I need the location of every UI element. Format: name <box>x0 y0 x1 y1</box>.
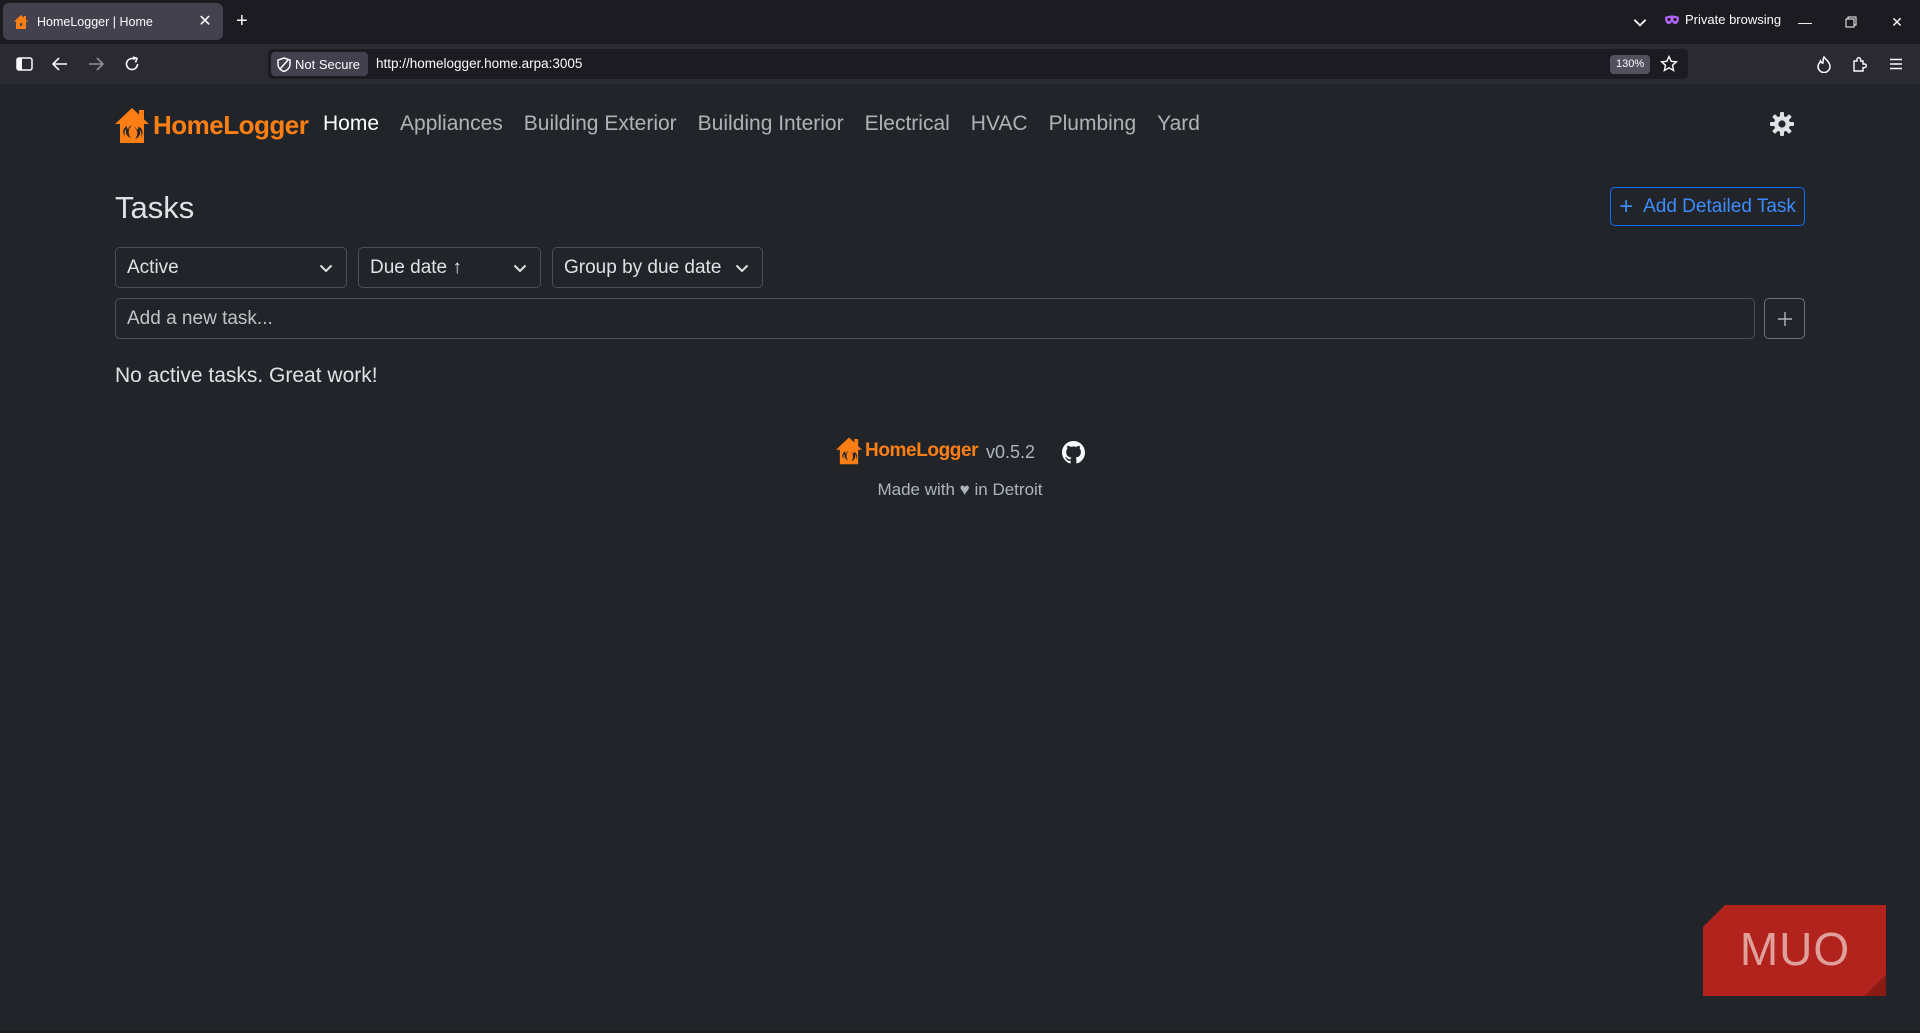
heart-icon: ♥ <box>959 480 970 499</box>
url-text[interactable]: http://homelogger.home.arpa:3005 <box>376 56 582 71</box>
add-detailed-task-button[interactable]: + Add Detailed Task <box>1610 187 1805 226</box>
chevron-down-icon <box>735 264 749 272</box>
made-with-text: Made with ♥ in Detroit <box>0 480 1920 500</box>
url-bar[interactable]: Not Secure http://homelogger.home.arpa:3… <box>268 49 1688 79</box>
new-tab-icon[interactable]: + <box>236 11 248 31</box>
pocket-fire-icon[interactable] <box>1814 54 1834 74</box>
status-filter-select[interactable]: Active <box>115 247 347 288</box>
muo-logo-icon: MUO <box>1703 905 1886 996</box>
shield-icon <box>277 56 291 72</box>
footer-logo[interactable]: HomeLogger <box>835 436 979 465</box>
minimize-icon[interactable]: — <box>1791 8 1819 36</box>
house-flame-icon <box>115 108 149 143</box>
plus-icon <box>1777 311 1792 326</box>
sort-value: Due date ↑ <box>370 256 462 278</box>
muo-watermark: MUO <box>1703 905 1886 996</box>
zoom-level-badge[interactable]: 130% <box>1610 55 1651 74</box>
chevron-down-icon[interactable] <box>1631 13 1649 31</box>
homelogger-logo[interactable]: HomeLogger <box>114 106 309 144</box>
hamburger-menu-icon[interactable] <box>1886 54 1906 74</box>
reload-icon[interactable] <box>122 54 142 74</box>
add-detailed-task-label: Add Detailed Task <box>1643 195 1796 217</box>
nav-item-home[interactable]: Home <box>323 112 379 136</box>
new-task-input[interactable] <box>115 298 1755 339</box>
close-window-icon[interactable]: ✕ <box>1883 8 1911 36</box>
nav-item-appliances[interactable]: Appliances <box>400 112 503 136</box>
not-secure-label: Not Secure <box>295 56 361 72</box>
plus-icon: + <box>1619 192 1634 220</box>
sort-select[interactable]: Due date ↑ <box>358 247 541 288</box>
back-arrow-icon[interactable] <box>50 54 70 74</box>
made-with-prefix: Made with <box>877 480 955 499</box>
browser-nav-bar: Not Secure http://homelogger.home.arpa:3… <box>0 44 1920 84</box>
private-mask-icon <box>1665 15 1679 24</box>
settings-gear-icon[interactable] <box>1769 111 1795 137</box>
browser-tab-title: HomeLogger | Home <box>37 14 153 29</box>
github-icon[interactable] <box>1062 441 1085 464</box>
sidebar-toggle-icon[interactable] <box>14 54 34 74</box>
add-task-button[interactable] <box>1764 298 1805 339</box>
made-with-suffix: in Detroit <box>974 480 1043 499</box>
private-browsing-indicator: Private browsing <box>1664 12 1781 27</box>
close-tab-icon[interactable]: ✕ <box>197 13 213 30</box>
nav-item-plumbing[interactable]: Plumbing <box>1049 112 1137 136</box>
footer-logo-text: HomeLogger <box>865 439 979 461</box>
bookmark-star-icon[interactable] <box>1660 55 1678 73</box>
muo-watermark-text: MUO <box>1740 923 1850 975</box>
browser-tab-bar: HomeLogger | Home ✕ + Private browsing —… <box>0 0 1920 44</box>
browser-tab[interactable]: HomeLogger | Home ✕ <box>3 3 223 40</box>
nav-item-building-interior[interactable]: Building Interior <box>698 112 844 136</box>
chevron-down-icon <box>513 264 527 272</box>
nav-item-electrical[interactable]: Electrical <box>865 112 950 136</box>
group-by-value: Group by due date <box>564 256 722 278</box>
empty-state-message: No active tasks. Great work! <box>115 364 378 387</box>
page-title: Tasks <box>115 190 195 225</box>
group-by-select[interactable]: Group by due date <box>552 247 763 288</box>
restore-icon[interactable] <box>1837 8 1865 36</box>
chevron-down-icon <box>319 264 333 272</box>
main-nav: Home Appliances Building Exterior Buildi… <box>323 112 1221 136</box>
nav-item-hvac[interactable]: HVAC <box>971 112 1028 136</box>
private-browsing-label: Private browsing <box>1685 12 1782 27</box>
nav-item-building-exterior[interactable]: Building Exterior <box>524 112 677 136</box>
not-secure-badge[interactable]: Not Secure <box>271 52 369 76</box>
forward-arrow-icon[interactable] <box>86 54 106 74</box>
version-label: v0.5.2 <box>986 442 1036 462</box>
logo-text: HomeLogger <box>153 109 309 140</box>
nav-item-yard[interactable]: Yard <box>1157 112 1200 136</box>
house-flame-icon <box>836 437 862 465</box>
extensions-puzzle-icon[interactable] <box>1850 54 1870 74</box>
homelogger-favicon-icon <box>14 14 28 29</box>
status-filter-value: Active <box>127 256 179 278</box>
